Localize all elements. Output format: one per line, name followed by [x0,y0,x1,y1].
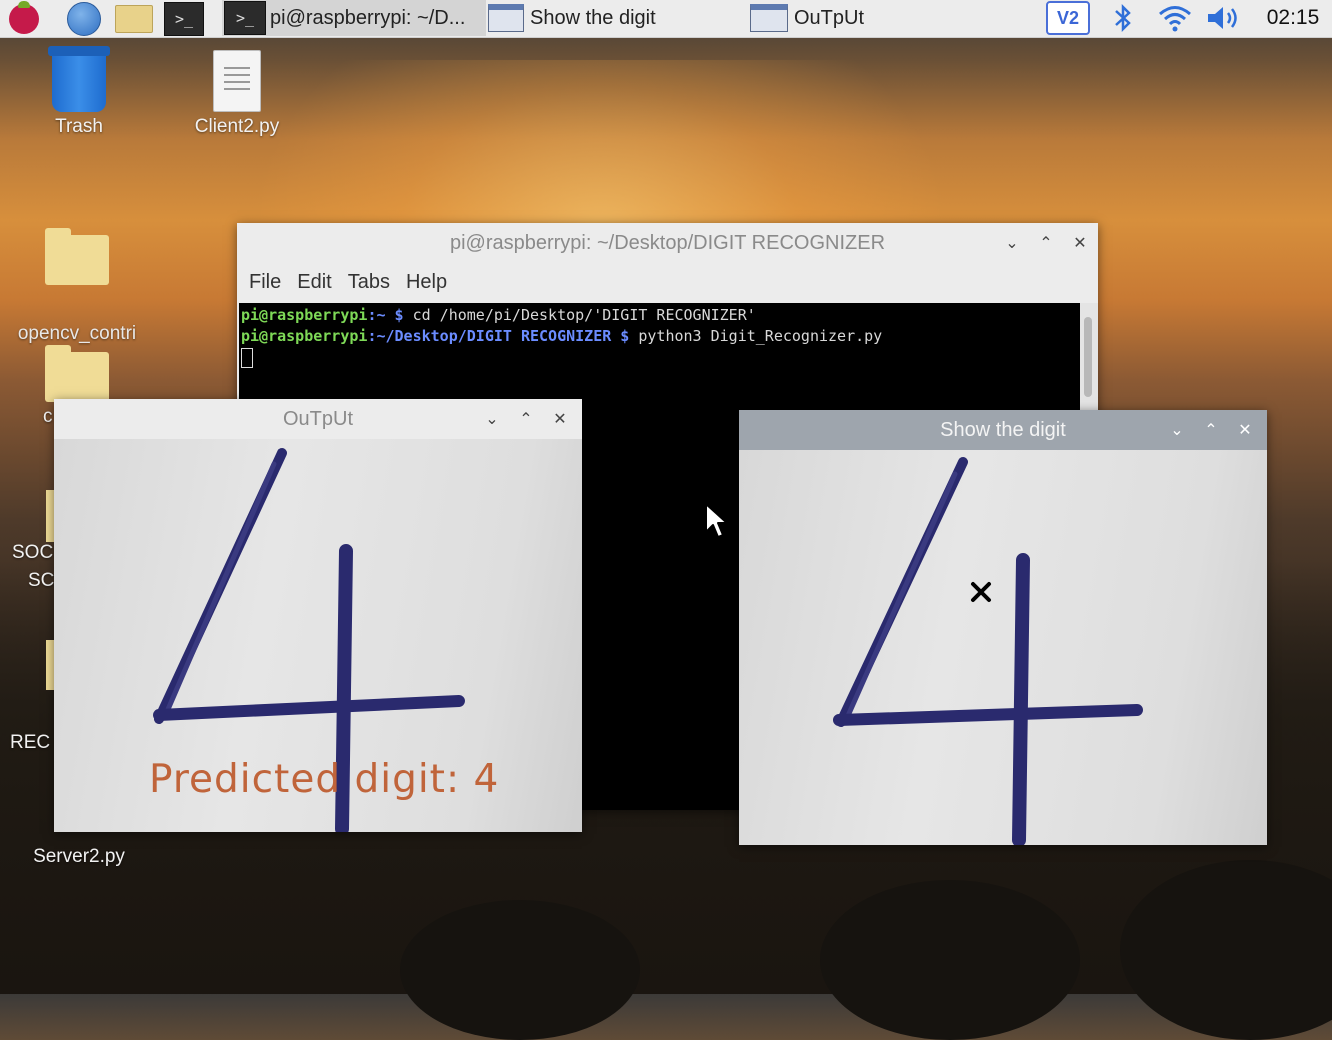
vnc-tray-icon[interactable]: V2 [1044,0,1092,36]
mouse-pointer-icon [705,503,728,538]
terminal-icon[interactable]: >_ [164,1,204,36]
desktop-icon-trash[interactable]: Trash [14,46,144,138]
output-window[interactable]: OuTpUt ⌄ ⌃ ✕ Predicted digit: 4 [54,399,582,832]
show-digit-window[interactable]: Show the digit ⌄ ⌃ ✕ [739,410,1267,845]
window-title: pi@raspberrypi: ~/Desktop/DIGIT RECOGNIZ… [449,231,886,254]
desktop-icon-label: Trash [55,116,103,137]
digit-four-drawing [833,457,1143,845]
menu-help[interactable]: Help [398,271,455,294]
text-file-icon [14,830,144,846]
taskbar-task-terminal[interactable]: >_ pi@raspberrypi: ~/D... [222,0,486,36]
web-browser-icon[interactable] [64,1,104,36]
output-camera-image: Predicted digit: 4 [54,439,582,832]
maximize-button[interactable]: ⌃ [1036,233,1056,253]
bluetooth-icon[interactable] [1106,0,1140,36]
prediction-label: Predicted digit: 4 [149,757,500,802]
file-manager-icon[interactable] [114,2,154,35]
terminal-icon: >_ [224,1,266,35]
close-button[interactable]: ✕ [550,409,570,429]
wifi-icon[interactable] [1154,0,1196,36]
show-digit-titlebar[interactable]: Show the digit ⌄ ⌃ ✕ [739,410,1267,450]
show-digit-camera-image [739,450,1267,845]
minimize-button[interactable]: ⌄ [1002,233,1022,253]
window-icon [488,4,524,32]
wallpaper-tree [820,880,1080,1040]
minimize-button[interactable]: ⌄ [482,409,502,429]
desktop-icon-server2[interactable]: Server2.py [14,830,144,868]
raspberry-menu-icon[interactable] [4,0,44,35]
desktop-icon-client2[interactable]: Client2.py [172,50,302,138]
minimize-button[interactable]: ⌄ [1167,420,1187,440]
x-cursor-icon [971,582,991,602]
task-label: Show the digit [530,6,656,29]
task-label: pi@raspberrypi: ~/D... [270,6,466,29]
folder-icon [45,345,109,402]
terminal-menubar: File Edit Tabs Help [237,263,1098,301]
menu-edit[interactable]: Edit [289,271,339,294]
terminal-titlebar[interactable]: pi@raspberrypi: ~/Desktop/DIGIT RECOGNIZ… [237,223,1098,263]
maximize-button[interactable]: ⌃ [1201,420,1221,440]
taskbar-task-show-digit[interactable]: Show the digit [488,0,746,36]
terminal-cursor [241,347,1078,368]
wallpaper-tree [400,900,640,1040]
desktop-icon-label: Client2.py [194,116,280,137]
menu-file[interactable]: File [241,271,289,294]
window-icon [750,4,788,32]
window-title: Show the digit [940,418,1066,441]
trash-icon [48,46,110,112]
desktop-icon-label: Server2.py [33,846,125,867]
close-button[interactable]: ✕ [1070,233,1090,253]
close-button[interactable]: ✕ [1235,420,1255,440]
maximize-button[interactable]: ⌃ [516,409,536,429]
taskbar-task-output[interactable]: OuTpUt [750,0,990,36]
taskbar: >_ >_ pi@raspberrypi: ~/D... Show the di… [0,0,1332,38]
volume-icon[interactable] [1204,0,1244,36]
folder-icon [45,228,109,285]
window-title: OuTpUt [282,407,354,430]
terminal-line: pi@raspberrypi:~/Desktop/DIGIT RECOGNIZE… [241,327,883,345]
clock[interactable]: 02:15 [1258,0,1328,36]
output-titlebar[interactable]: OuTpUt ⌄ ⌃ ✕ [54,399,582,439]
task-label: OuTpUt [794,6,865,29]
menu-tabs[interactable]: Tabs [340,271,398,294]
text-file-icon [213,50,261,112]
terminal-line: pi@raspberrypi:~ $ cd /home/pi/Desktop/'… [241,306,756,324]
